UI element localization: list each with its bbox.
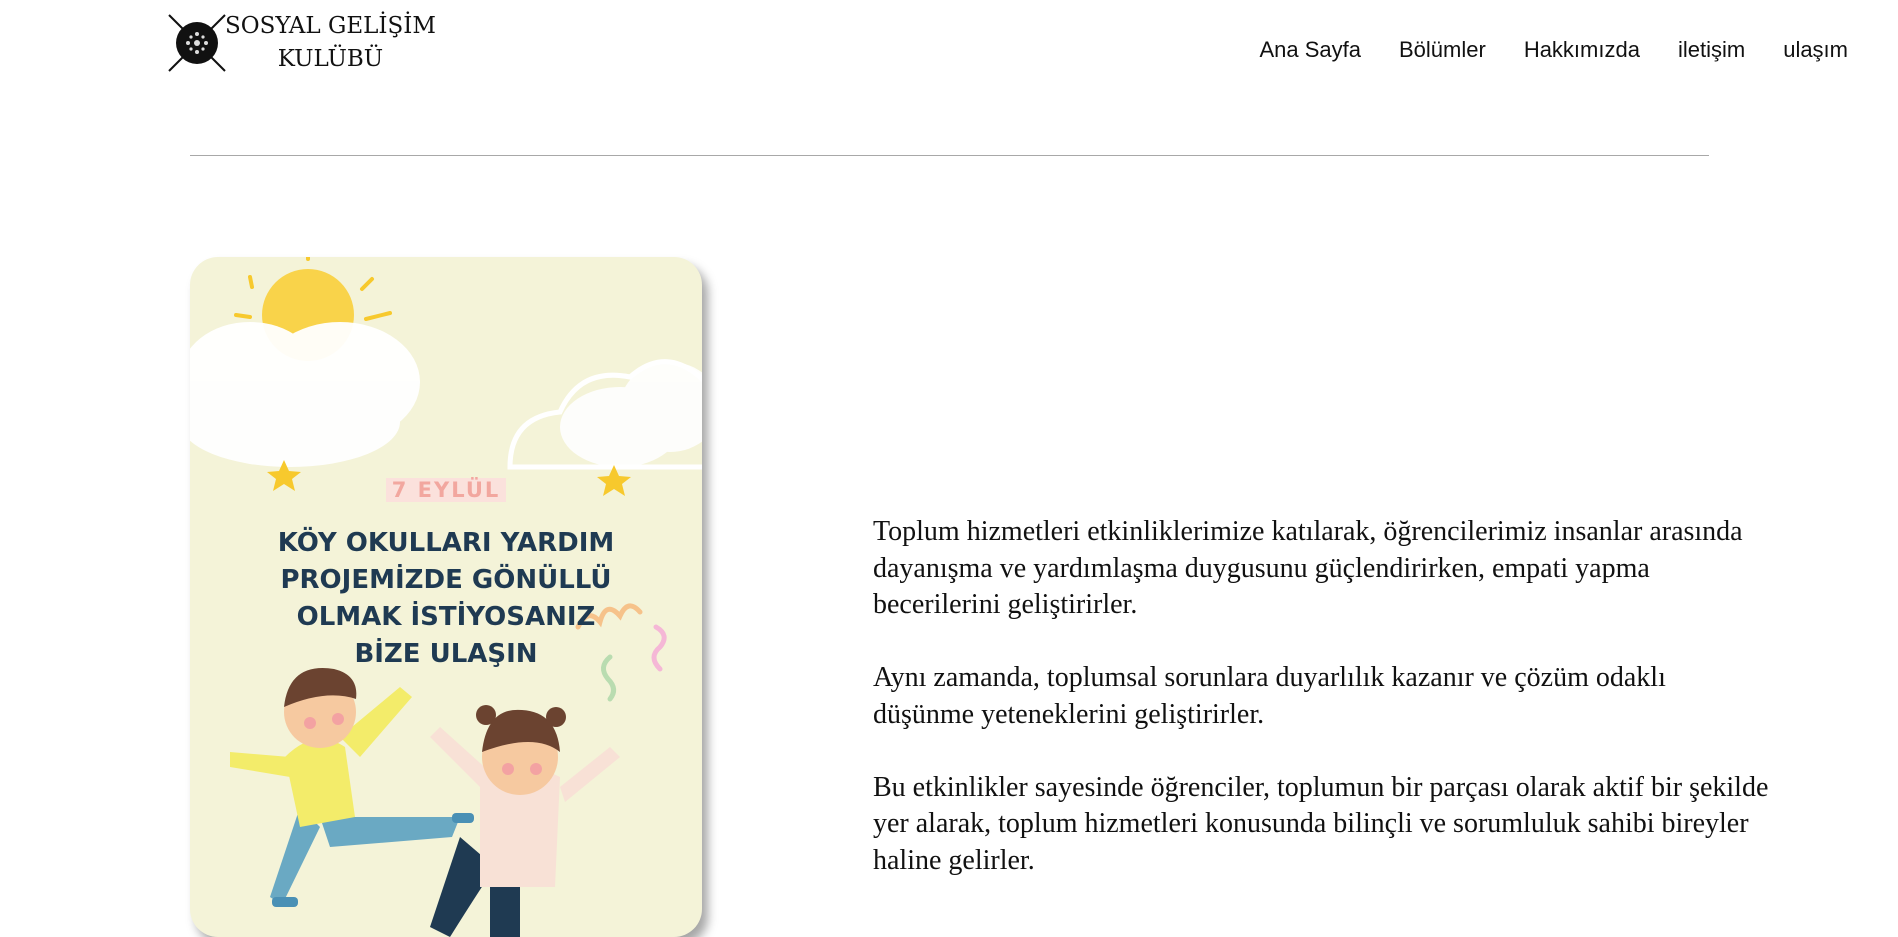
logo-text: SOSYAL GELİŞİM KULÜBÜ <box>225 10 436 76</box>
poster-date-label: 7 EYLÜL <box>385 478 507 502</box>
poster-title-line: KÖY OKULLARI YARDIM <box>277 528 615 558</box>
boy-illustration <box>230 668 474 907</box>
poster-date: 7 EYLÜL <box>190 478 702 502</box>
header-divider <box>190 155 1709 156</box>
poster-title-line: PROJEMİZDE GÖNÜLLÜ <box>280 565 612 595</box>
nav-item-ana-sayfa[interactable]: Ana Sayfa <box>1259 36 1361 64</box>
logo-line-1: SOSYAL GELİŞİM <box>225 13 436 39</box>
confetti-squiggle-pink <box>651 624 667 672</box>
cloud-left-icon <box>190 322 420 467</box>
site-header: SOSYAL GELİŞİM KULÜBÜ Ana Sayfa Bölümler… <box>0 0 1898 100</box>
poster-title-line: OLMAK İSTİYOSANIZ <box>296 602 596 632</box>
poster-title-line: BİZE ULAŞIN <box>354 639 538 669</box>
nav-item-ulasim[interactable]: ulaşım <box>1783 36 1848 64</box>
nav-item-bolumler[interactable]: Bölümler <box>1399 36 1486 64</box>
volunteer-poster-image: 7 EYLÜL KÖY OKULLARI YARDIM PROJEMİZDE G… <box>190 257 702 937</box>
nav-item-iletisim[interactable]: iletişim <box>1678 36 1745 64</box>
nav-item-hakkimizda[interactable]: Hakkımızda <box>1524 36 1640 64</box>
club-emblem-icon <box>168 14 226 72</box>
main-nav: Ana Sayfa Bölümler Hakkımızda iletişim u… <box>1259 36 1848 64</box>
content-paragraph: Bu etkinlikler sayesinde öğrenciler, top… <box>873 771 1769 876</box>
logo-line-2: KULÜBÜ <box>277 46 384 72</box>
poster-title: KÖY OKULLARI YARDIM PROJEMİZDE GÖNÜLLÜ O… <box>250 525 642 673</box>
content-paragraph: Toplum hizmetleri etkinliklerimize katıl… <box>873 516 1743 620</box>
content-paragraph: Aynı zamanda, toplumsal sorunlara duyarl… <box>873 662 1666 730</box>
community-service-text: Toplum hizmetleri etkinliklerimize katıl… <box>873 514 1773 916</box>
site-logo[interactable]: SOSYAL GELİŞİM KULÜBÜ <box>165 10 436 76</box>
